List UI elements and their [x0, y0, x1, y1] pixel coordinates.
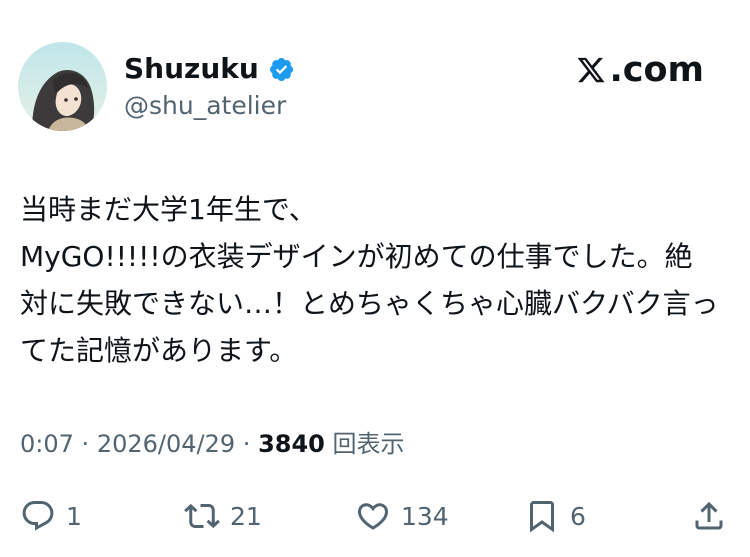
bookmark-count: 6: [570, 501, 586, 531]
site-label: .com: [609, 50, 704, 90]
repost-icon: [184, 503, 220, 529]
reply-icon: [22, 501, 54, 531]
author-display-name[interactable]: Shuzuku: [124, 52, 295, 86]
views-count: 3840: [258, 430, 325, 458]
bookmark-button[interactable]: 6: [524, 492, 586, 540]
reply-count: 1: [66, 501, 82, 531]
like-button[interactable]: 134: [355, 492, 449, 540]
share-button[interactable]: [691, 492, 727, 540]
site-logo: .com: [576, 50, 704, 90]
tweet-body-text: 当時まだ大学1年生で、 MyGO!!!!!の衣装デザインが初めての仕事でした。絶…: [20, 193, 719, 367]
meta-separator: ·: [242, 430, 251, 458]
tweet-actions-bar: 1 21 134 6: [0, 492, 750, 540]
like-count: 134: [401, 501, 449, 531]
avatar-illustration: [18, 42, 107, 131]
meta-separator: ·: [81, 430, 90, 458]
tweet-date[interactable]: 2026/04/29: [97, 430, 235, 458]
author-name-text[interactable]: Shuzuku: [124, 52, 259, 86]
bookmark-icon: [530, 501, 554, 533]
avatar[interactable]: [18, 42, 107, 131]
tweet-time[interactable]: 0:07: [20, 430, 74, 458]
repost-button[interactable]: 21: [184, 492, 262, 540]
tweet-meta: 0:07 · 2026/04/29 · 3840 回表示: [20, 427, 405, 461]
repost-count: 21: [230, 501, 262, 531]
author-handle[interactable]: @shu_atelier: [124, 90, 286, 122]
verified-badge-icon: [268, 56, 295, 83]
share-icon: [695, 501, 723, 530]
views-label: 回表示: [332, 430, 405, 458]
reply-button[interactable]: 1: [20, 492, 82, 540]
x-logo-icon: [578, 57, 605, 83]
heart-icon: [357, 503, 389, 530]
